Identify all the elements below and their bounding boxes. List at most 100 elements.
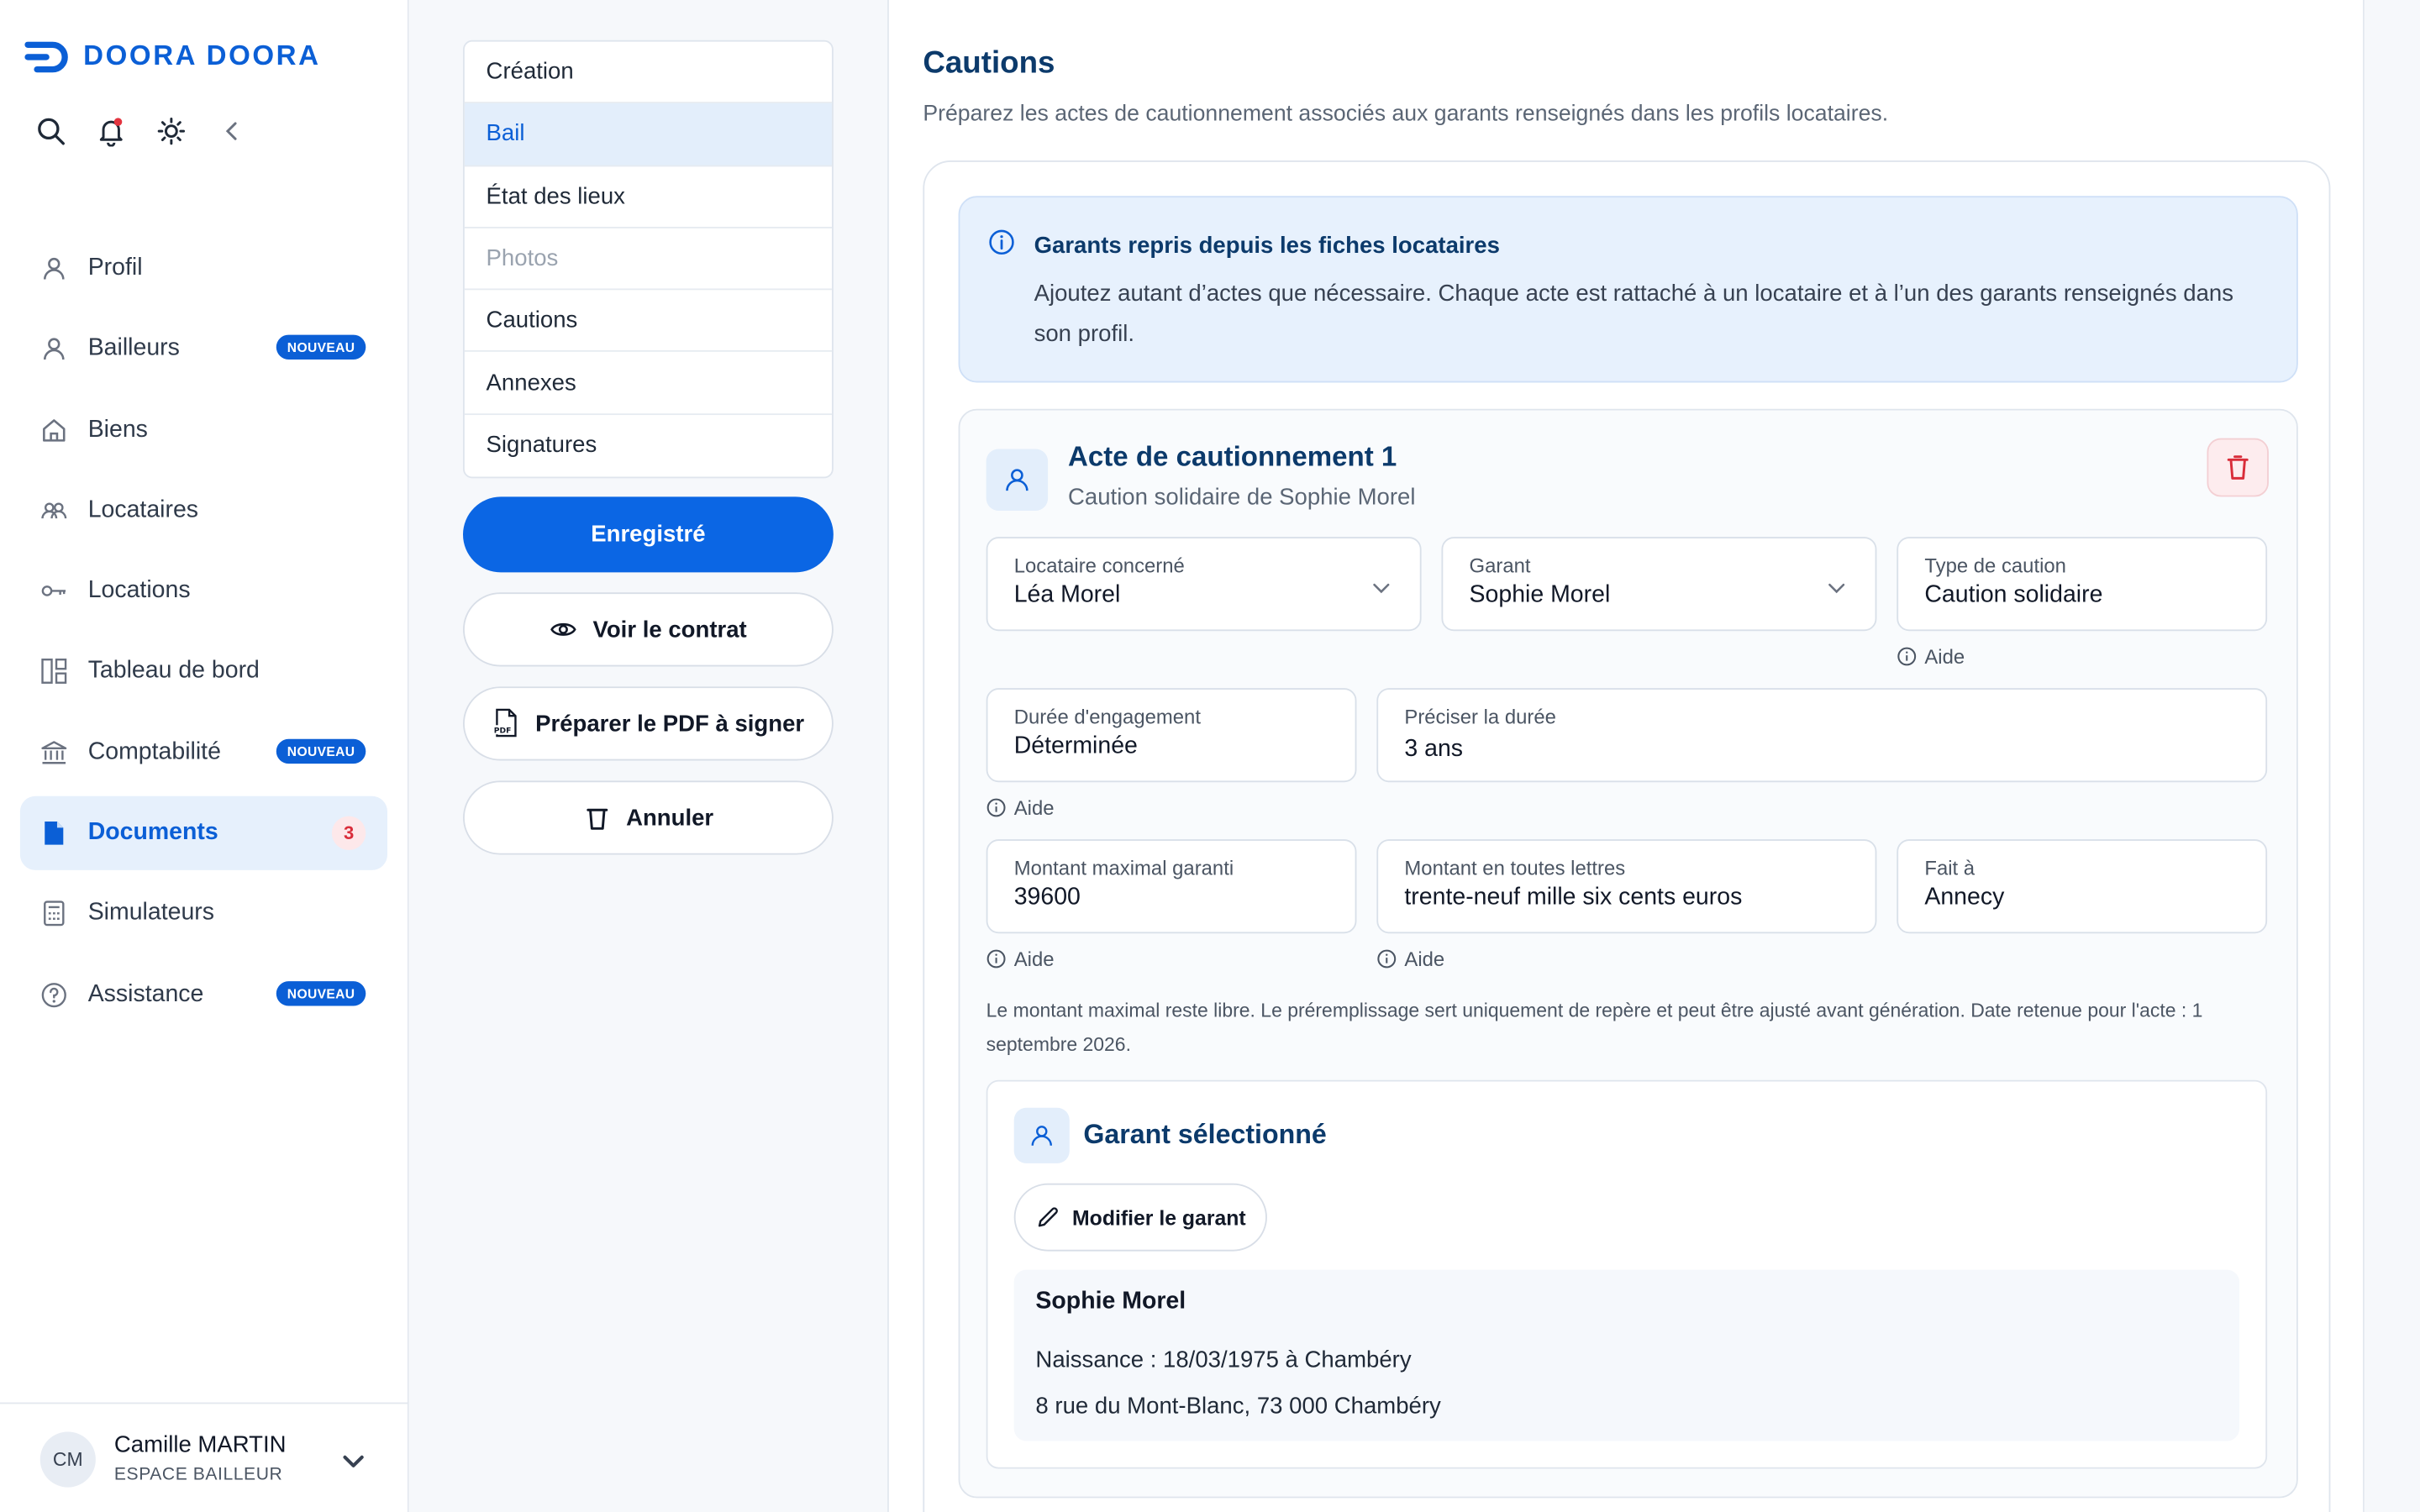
field-label: Préciser la durée bbox=[1404, 705, 1556, 728]
field-value: 39600 bbox=[1013, 884, 1081, 911]
steps-list: Création Bail État des lieux Photos Caut… bbox=[463, 39, 834, 479]
eye-icon bbox=[550, 622, 576, 636]
sidebar-item-label: Locations bbox=[87, 577, 191, 604]
sidebar-item-bailleurs[interactable]: Bailleurs NOUVEAU bbox=[20, 312, 387, 386]
search-icon[interactable] bbox=[34, 114, 67, 148]
sidebar-item-documents[interactable]: Documents 3 bbox=[19, 795, 388, 871]
step-signatures[interactable]: Signatures bbox=[465, 415, 832, 477]
user-role: ESPACE BAILLEUR bbox=[113, 1465, 283, 1484]
sidebar-item-profil[interactable]: Profil bbox=[20, 232, 387, 306]
edit-garant-button[interactable]: Modifier le garant bbox=[1013, 1183, 1267, 1252]
cautions-card: Garants repris depuis les fiches locatai… bbox=[923, 160, 2331, 1512]
field-label: Durée d'engagement bbox=[1013, 705, 1201, 728]
garant-select[interactable]: Garant Sophie Morel bbox=[1441, 537, 1877, 632]
chevron-left-icon[interactable] bbox=[214, 114, 248, 148]
brand-name: DOORA DOORA bbox=[83, 39, 321, 71]
pencil-icon bbox=[1038, 1207, 1058, 1227]
home-icon bbox=[39, 414, 70, 445]
calculator-icon bbox=[39, 899, 70, 930]
help-label: Aide bbox=[1013, 947, 1055, 971]
help-label: Aide bbox=[1924, 644, 1965, 669]
bell-icon[interactable] bbox=[94, 114, 128, 148]
sidebar-item-label: Locataires bbox=[87, 496, 199, 523]
montant-lettres-input[interactable]: Montant en toutes lettres trente-neuf mi… bbox=[1376, 839, 1877, 934]
cancel-button[interactable]: Annuler bbox=[463, 780, 834, 855]
document-icon bbox=[39, 818, 70, 849]
selected-garant-card: Garant sélectionné Modifier le garant So… bbox=[986, 1079, 2268, 1469]
bank-icon bbox=[39, 738, 70, 769]
chevron-down-icon[interactable] bbox=[339, 1447, 367, 1483]
step-bail[interactable]: Bail bbox=[464, 103, 832, 166]
key-icon bbox=[39, 575, 70, 606]
app-window: DOORA DOORA Profil Bailleurs NOUVEAU Bie… bbox=[0, 0, 2420, 1512]
montant-maximal-input[interactable]: Montant maximal garanti 39600 bbox=[986, 839, 1357, 934]
help-link[interactable]: Aide bbox=[986, 947, 1055, 971]
help-link[interactable]: Aide bbox=[1376, 947, 1445, 971]
trash-icon bbox=[586, 808, 608, 830]
saved-button[interactable]: Enregistré bbox=[463, 496, 834, 573]
field-value: Caution solidaire bbox=[1924, 581, 2103, 608]
avatar: CM bbox=[39, 1431, 96, 1488]
info-text: Ajoutez autant d’actes que nécessaire. C… bbox=[1034, 281, 2234, 348]
step-annexes[interactable]: Annexes bbox=[464, 353, 832, 415]
fait-a-input[interactable]: Fait à Annecy bbox=[1897, 839, 2268, 934]
help-icon bbox=[39, 979, 70, 1011]
type-caution-field[interactable]: Type de caution Caution solidaire bbox=[1897, 537, 2268, 632]
sidebar-item-biens[interactable]: Biens bbox=[20, 393, 387, 467]
view-contract-label: Voir le contrat bbox=[592, 616, 747, 643]
info-icon bbox=[986, 798, 1006, 817]
sidebar-item-locations[interactable]: Locations bbox=[20, 554, 387, 628]
field-value: trente-neuf mille six cents euros bbox=[1404, 884, 1743, 911]
brand-logo[interactable]: DOORA DOORA bbox=[24, 40, 320, 73]
info-icon bbox=[986, 949, 1006, 969]
help-label: Aide bbox=[1404, 947, 1445, 971]
field-label: Montant en toutes lettres bbox=[1404, 856, 1626, 879]
sidebar-item-label: Documents bbox=[87, 819, 218, 846]
sidebar-item-simulateurs[interactable]: Simulateurs bbox=[20, 877, 387, 951]
view-contract-button[interactable]: Voir le contrat bbox=[463, 592, 834, 667]
user-icon bbox=[1013, 1107, 1070, 1163]
field-label: Fait à bbox=[1924, 856, 1975, 879]
field-value: Annecy bbox=[1924, 884, 2005, 911]
sidebar-item-label: Bailleurs bbox=[87, 335, 180, 362]
field-label: Locataire concerné bbox=[1013, 554, 1185, 577]
step-photos: Photos bbox=[464, 228, 832, 291]
prepare-pdf-button[interactable]: PDF Préparer le PDF à signer bbox=[463, 686, 834, 761]
help-link[interactable]: Aide bbox=[1897, 644, 1965, 669]
user-account[interactable]: CM Camille MARTIN ESPACE BAILLEUR bbox=[0, 1402, 409, 1512]
cancel-label: Annuler bbox=[626, 804, 714, 832]
step-creation[interactable]: Création bbox=[464, 42, 832, 104]
sidebar-item-locataires[interactable]: Locataires bbox=[20, 474, 387, 548]
sun-icon[interactable] bbox=[155, 114, 188, 148]
field-label: Garant bbox=[1469, 554, 1531, 577]
step-cautions[interactable]: Cautions bbox=[464, 291, 832, 353]
duree-engagement-field[interactable]: Durée d'engagement Déterminée bbox=[986, 688, 1357, 783]
user-icon bbox=[39, 333, 70, 365]
sidebar-item-label: Tableau de bord bbox=[87, 658, 260, 685]
field-value: 3 ans bbox=[1404, 736, 1464, 763]
locataire-select[interactable]: Locataire concerné Léa Morel bbox=[986, 537, 1422, 632]
user-name: Camille MARTIN bbox=[113, 1431, 287, 1458]
sidebar-item-assistance[interactable]: Assistance NOUVEAU bbox=[20, 958, 387, 1032]
info-icon bbox=[1377, 949, 1397, 969]
sidebar-item-label: Biens bbox=[87, 416, 148, 443]
sidebar-item-tableau-de-bord[interactable]: Tableau de bord bbox=[20, 635, 387, 709]
help-link[interactable]: Aide bbox=[986, 796, 1055, 819]
chevron-down-icon bbox=[1826, 577, 1848, 606]
new-badge: NOUVEAU bbox=[276, 738, 366, 764]
svg-text:PDF: PDF bbox=[494, 726, 512, 735]
delete-acte-button[interactable] bbox=[2207, 438, 2269, 497]
user-icon bbox=[986, 449, 1049, 511]
users-icon bbox=[39, 495, 70, 526]
info-icon bbox=[1897, 647, 1917, 666]
selected-garant-title: Garant sélectionné bbox=[1083, 1118, 1327, 1150]
prepare-pdf-label: Préparer le PDF à signer bbox=[535, 710, 805, 738]
field-label: Montant maximal garanti bbox=[1013, 856, 1234, 879]
preciser-duree-input[interactable]: Préciser la durée 3 ans bbox=[1376, 688, 2268, 783]
sidebar: DOORA DOORA Profil Bailleurs NOUVEAU Bie… bbox=[0, 0, 409, 1512]
sidebar-tools bbox=[34, 114, 248, 148]
edit-garant-label: Modifier le garant bbox=[1072, 1205, 1246, 1229]
new-badge: NOUVEAU bbox=[276, 335, 366, 360]
sidebar-item-comptabilite[interactable]: Comptabilité NOUVEAU bbox=[20, 716, 387, 790]
step-etat-des-lieux[interactable]: État des lieux bbox=[464, 166, 832, 228]
